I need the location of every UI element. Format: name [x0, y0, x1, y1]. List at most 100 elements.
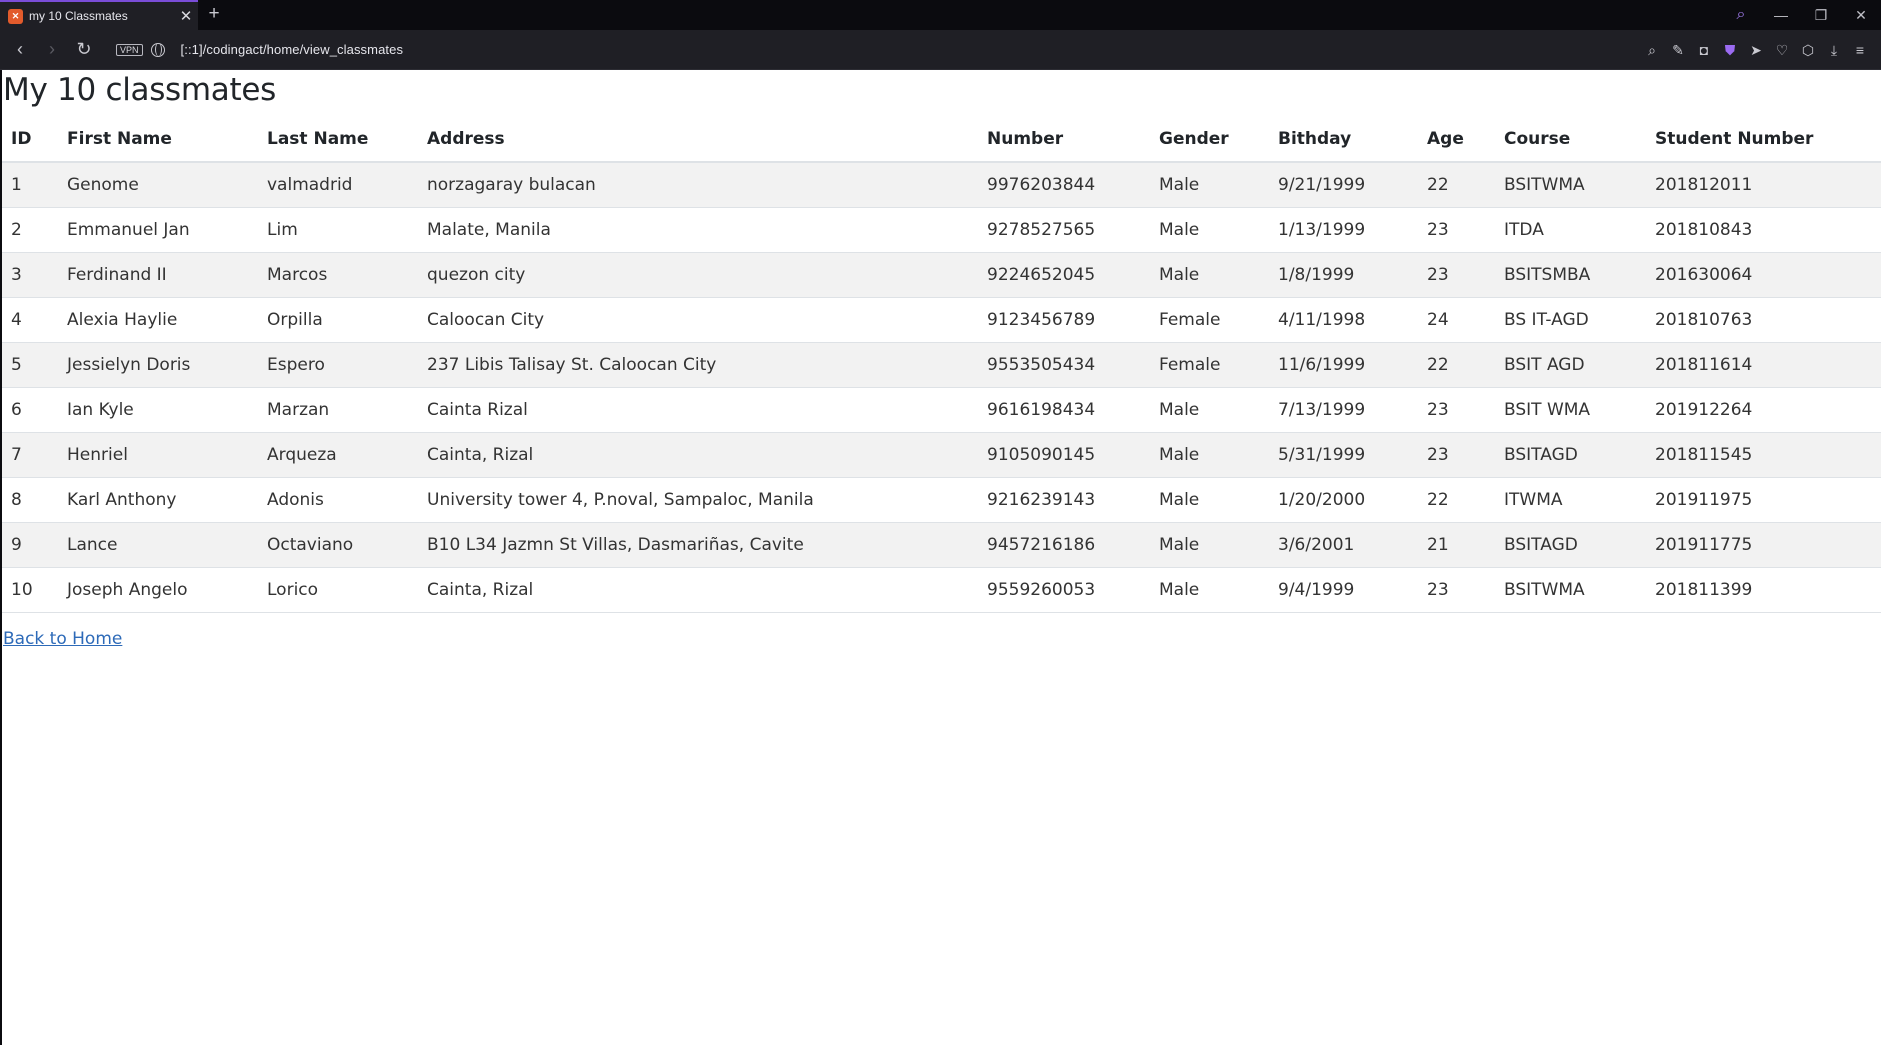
table-cell: Henriel: [58, 432, 258, 478]
table-cell: Orpilla: [258, 297, 418, 343]
table-cell: Cainta, Rizal: [418, 432, 978, 478]
table-cell: 6: [2, 387, 58, 433]
table-cell: BS IT-AGD: [1495, 297, 1646, 343]
table-cell: 5/31/1999: [1269, 432, 1418, 478]
table-cell: 9224652045: [978, 252, 1150, 298]
table-row: 9 Lance Octaviano B10 L34 Jazmn St Villas, …: [2, 522, 1881, 568]
table-cell: BSIT AGD: [1495, 342, 1646, 388]
table-cell: Emmanuel Jan: [58, 207, 258, 253]
table-cell: ITDA: [1495, 207, 1646, 253]
table-cell: 9559260053: [978, 567, 1150, 613]
column-header: Bithday: [1269, 117, 1418, 163]
table-cell: 1/20/2000: [1269, 477, 1418, 523]
close-window-icon[interactable]: ✕: [1841, 0, 1881, 30]
browser-window: ✕ my 10 Classmates ✕ + ⌕ — ❐ ✕ ‹ › ↻ VPN…: [0, 0, 1881, 1045]
table-cell: 4/11/1998: [1269, 297, 1418, 343]
table-cell: Female: [1150, 297, 1269, 343]
column-header: Gender: [1150, 117, 1269, 163]
table-cell: Cainta, Rizal: [418, 567, 978, 613]
table-cell: Adonis: [258, 477, 418, 523]
forward-icon[interactable]: ›: [36, 34, 68, 66]
table-cell: Male: [1150, 387, 1269, 433]
table-row: 3 Ferdinand II Marcos quezon city 9224652045…: [2, 252, 1881, 298]
new-tab-icon[interactable]: +: [204, 4, 224, 24]
table-cell: Male: [1150, 432, 1269, 478]
table-cell: 2: [2, 207, 58, 253]
back-icon[interactable]: ‹: [4, 34, 36, 66]
table-row: 4 Alexia Haylie Orpilla Caloocan City 912345…: [2, 297, 1881, 343]
table-cell: 1/13/1999: [1269, 207, 1418, 253]
table-row: 1 Genome valmadrid norzagaray bulacan 997620…: [2, 162, 1881, 208]
window-controls: ⌕ — ❐ ✕: [1721, 0, 1881, 30]
minimize-icon[interactable]: —: [1761, 0, 1801, 30]
back-to-home-link[interactable]: Back to Home: [3, 629, 122, 649]
cube-icon[interactable]: ⬡: [1795, 37, 1821, 63]
table-cell: 201810763: [1646, 297, 1881, 343]
table-cell: Joseph Angelo: [58, 567, 258, 613]
table-cell: 23: [1418, 387, 1495, 433]
table-cell: Male: [1150, 477, 1269, 523]
table-cell: 9/21/1999: [1269, 162, 1418, 208]
table-cell: Male: [1150, 252, 1269, 298]
reload-icon[interactable]: ↻: [68, 34, 100, 66]
close-tab-icon[interactable]: ✕: [174, 7, 198, 25]
table-cell: 7/13/1999: [1269, 387, 1418, 433]
table-cell: 9216239143: [978, 477, 1150, 523]
table-body: 1 Genome valmadrid norzagaray bulacan 997620…: [2, 162, 1881, 613]
table-cell: 22: [1418, 477, 1495, 523]
table-row: 5 Jessielyn Doris Espero 237 Libis Talisay …: [2, 342, 1881, 388]
url-field[interactable]: [::1]/codingact/home/view_classmates: [181, 42, 404, 57]
shield-icon[interactable]: ⛊: [1717, 37, 1743, 63]
table-cell: 9278527565: [978, 207, 1150, 253]
vpn-badge[interactable]: VPN: [116, 43, 143, 56]
table-cell: Ian Kyle: [58, 387, 258, 433]
table-cell: 7: [2, 432, 58, 478]
table-cell: valmadrid: [258, 162, 418, 208]
column-header: Age: [1418, 117, 1495, 163]
column-header: Course: [1495, 117, 1646, 163]
download-icon[interactable]: ⤓: [1821, 37, 1847, 63]
table-cell: 21: [1418, 522, 1495, 568]
column-header: Student Number: [1646, 117, 1881, 163]
table-cell: 11/6/1999: [1269, 342, 1418, 388]
heart-icon[interactable]: ♡: [1769, 37, 1795, 63]
table-cell: Male: [1150, 162, 1269, 208]
table-cell: BSITWMA: [1495, 567, 1646, 613]
table-cell: Alexia Haylie: [58, 297, 258, 343]
table-cell: BSIT WMA: [1495, 387, 1646, 433]
search-tabs-icon[interactable]: ⌕: [1721, 0, 1761, 30]
table-header-row: ID First Name Last Name Address Number Gender…: [2, 117, 1881, 163]
tab-active[interactable]: ✕ my 10 Classmates ✕: [0, 0, 198, 30]
table-cell: Caloocan City: [418, 297, 978, 343]
toolbar-right: ⌕ ✎ ◘ ⛊ ➤ ♡ ⬡ ⤓ ≡: [1639, 30, 1873, 70]
tab-strip: ✕ my 10 Classmates ✕ + ⌕ — ❐ ✕: [0, 0, 1881, 30]
camera-icon[interactable]: ◘: [1691, 37, 1717, 63]
table-cell: BSITAGD: [1495, 432, 1646, 478]
table-cell: Genome: [58, 162, 258, 208]
column-header: Last Name: [258, 117, 418, 163]
table-cell: Female: [1150, 342, 1269, 388]
table-cell: 9/4/1999: [1269, 567, 1418, 613]
table-cell: Ferdinand II: [58, 252, 258, 298]
table-cell: 9123456789: [978, 297, 1150, 343]
classmates-table: ID First Name Last Name Address Number Gender…: [2, 117, 1881, 613]
table-cell: 22: [1418, 162, 1495, 208]
restore-icon[interactable]: ❐: [1801, 0, 1841, 30]
globe-icon[interactable]: [150, 42, 165, 57]
table-row: 7 Henriel Arqueza Cainta, Rizal 9105090145 Ma…: [2, 432, 1881, 478]
table-cell: 22: [1418, 342, 1495, 388]
table-cell: Arqueza: [258, 432, 418, 478]
edit-icon[interactable]: ✎: [1665, 37, 1691, 63]
table-cell: Karl Anthony: [58, 477, 258, 523]
menu-icon[interactable]: ≡: [1847, 37, 1873, 63]
table-cell: 9553505434: [978, 342, 1150, 388]
table-cell: Cainta Rizal: [418, 387, 978, 433]
table-cell: 4: [2, 297, 58, 343]
table-cell: Espero: [258, 342, 418, 388]
table-cell: Malate, Manila: [418, 207, 978, 253]
table-cell: Jessielyn Doris: [58, 342, 258, 388]
send-icon[interactable]: ➤: [1743, 37, 1769, 63]
table-cell: 201810843: [1646, 207, 1881, 253]
table-cell: 1/8/1999: [1269, 252, 1418, 298]
zoom-icon[interactable]: ⌕: [1639, 37, 1665, 63]
